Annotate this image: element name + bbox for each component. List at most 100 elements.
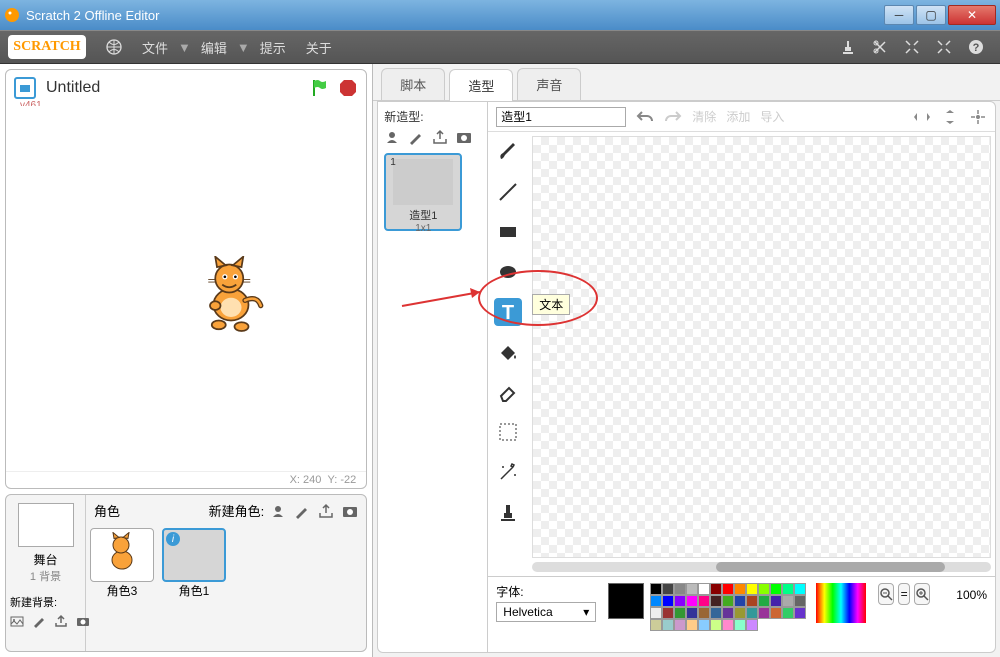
stage-canvas[interactable] xyxy=(6,106,366,471)
import-button[interactable]: 导入 xyxy=(760,108,784,125)
costume-thumbnail[interactable]: 1 造型1 1x1 xyxy=(384,153,462,231)
color-swatch[interactable] xyxy=(722,619,734,631)
undo-icon[interactable] xyxy=(636,109,654,125)
help-icon[interactable]: ? xyxy=(966,37,986,57)
canvas-h-scrollbar[interactable] xyxy=(532,562,991,572)
color-swatch[interactable] xyxy=(782,583,794,595)
color-swatch[interactable] xyxy=(698,619,710,631)
paint-canvas[interactable] xyxy=(532,136,991,558)
tab-sounds[interactable]: 声音 xyxy=(517,68,581,100)
wand-tool-icon[interactable] xyxy=(494,458,522,486)
color-swatch[interactable] xyxy=(770,583,782,595)
color-swatch[interactable] xyxy=(674,583,686,595)
color-swatch[interactable] xyxy=(662,595,674,607)
color-swatch[interactable] xyxy=(698,583,710,595)
color-swatch[interactable] xyxy=(782,595,794,607)
color-swatch[interactable] xyxy=(710,595,722,607)
color-swatch[interactable] xyxy=(674,595,686,607)
add-button[interactable]: 添加 xyxy=(726,108,750,125)
color-swatch[interactable] xyxy=(794,583,806,595)
fill-tool-icon[interactable] xyxy=(494,338,522,366)
current-color-swatch[interactable] xyxy=(608,583,644,619)
color-swatch[interactable] xyxy=(710,607,722,619)
menu-edit[interactable]: 编辑 xyxy=(191,38,237,57)
center-icon[interactable] xyxy=(969,109,987,125)
color-swatch[interactable] xyxy=(758,583,770,595)
color-swatch[interactable] xyxy=(710,619,722,631)
color-swatch[interactable] xyxy=(758,607,770,619)
color-swatch[interactable] xyxy=(698,595,710,607)
color-spectrum[interactable] xyxy=(816,583,866,623)
sprite-info-icon[interactable]: i xyxy=(166,532,180,546)
brush-tool-icon[interactable] xyxy=(494,138,522,166)
tab-scripts[interactable]: 脚本 xyxy=(381,68,445,100)
choose-backdrop-icon[interactable] xyxy=(10,614,24,630)
ellipse-tool-icon[interactable] xyxy=(494,258,522,286)
select-tool-icon[interactable] xyxy=(494,418,522,446)
color-swatch[interactable] xyxy=(746,619,758,631)
sprite-item-selected[interactable]: i 角色1 xyxy=(162,528,226,599)
redo-icon[interactable] xyxy=(664,109,682,125)
color-swatch[interactable] xyxy=(650,583,662,595)
choose-sprite-icon[interactable] xyxy=(270,503,286,519)
color-swatch[interactable] xyxy=(686,607,698,619)
rect-tool-icon[interactable] xyxy=(494,218,522,246)
paint-costume-icon[interactable] xyxy=(408,129,424,145)
stamp-tool-icon[interactable] xyxy=(494,498,522,526)
flip-h-icon[interactable] xyxy=(913,109,931,125)
color-swatch[interactable] xyxy=(650,619,662,631)
zoom-reset-icon[interactable]: = xyxy=(898,583,910,605)
sprite-on-stage[interactable] xyxy=(196,256,266,336)
costume-name-input[interactable] xyxy=(496,107,626,127)
sprite-item[interactable]: 角色3 xyxy=(90,528,154,599)
color-swatch[interactable] xyxy=(734,583,746,595)
camera-sprite-icon[interactable] xyxy=(342,503,358,519)
globe-icon[interactable] xyxy=(96,39,132,55)
paint-sprite-icon[interactable] xyxy=(294,503,310,519)
color-swatch[interactable] xyxy=(662,619,674,631)
backdrop-thumbnail[interactable] xyxy=(18,503,74,547)
color-swatch[interactable] xyxy=(710,583,722,595)
line-tool-icon[interactable] xyxy=(494,178,522,206)
color-swatch[interactable] xyxy=(662,607,674,619)
color-swatch[interactable] xyxy=(698,607,710,619)
color-swatch[interactable] xyxy=(722,583,734,595)
text-tool-icon[interactable]: T xyxy=(494,298,522,326)
color-swatch[interactable] xyxy=(794,595,806,607)
green-flag-icon[interactable] xyxy=(310,78,330,98)
color-swatch[interactable] xyxy=(734,595,746,607)
camera-costume-icon[interactable] xyxy=(456,129,472,145)
color-swatch[interactable] xyxy=(770,607,782,619)
paint-backdrop-icon[interactable] xyxy=(32,614,46,630)
clear-button[interactable]: 清除 xyxy=(692,108,716,125)
color-swatch[interactable] xyxy=(746,583,758,595)
color-swatch[interactable] xyxy=(734,619,746,631)
color-swatch[interactable] xyxy=(686,583,698,595)
window-close-button[interactable]: ✕ xyxy=(948,5,996,25)
scissors-icon[interactable] xyxy=(870,37,890,57)
color-swatch[interactable] xyxy=(686,619,698,631)
upload-sprite-icon[interactable] xyxy=(318,503,334,519)
color-swatch[interactable] xyxy=(650,595,662,607)
color-swatch[interactable] xyxy=(650,607,662,619)
color-swatch[interactable] xyxy=(674,619,686,631)
color-swatch[interactable] xyxy=(662,583,674,595)
stop-icon[interactable] xyxy=(338,78,358,98)
color-swatch[interactable] xyxy=(770,595,782,607)
tab-costumes[interactable]: 造型 xyxy=(449,69,513,101)
window-maximize-button[interactable]: ▢ xyxy=(916,5,946,25)
color-swatch[interactable] xyxy=(722,607,734,619)
color-swatch[interactable] xyxy=(722,595,734,607)
grow-icon[interactable] xyxy=(902,37,922,57)
flip-v-icon[interactable] xyxy=(941,109,959,125)
color-swatch[interactable] xyxy=(734,607,746,619)
color-swatch[interactable] xyxy=(746,595,758,607)
stamp-icon[interactable] xyxy=(838,37,858,57)
upload-backdrop-icon[interactable] xyxy=(54,614,68,630)
menu-about[interactable]: 关于 xyxy=(296,38,342,57)
eraser-tool-icon[interactable] xyxy=(494,378,522,406)
color-swatch[interactable] xyxy=(686,595,698,607)
upload-costume-icon[interactable] xyxy=(432,129,448,145)
color-swatch[interactable] xyxy=(758,595,770,607)
color-swatch[interactable] xyxy=(746,607,758,619)
